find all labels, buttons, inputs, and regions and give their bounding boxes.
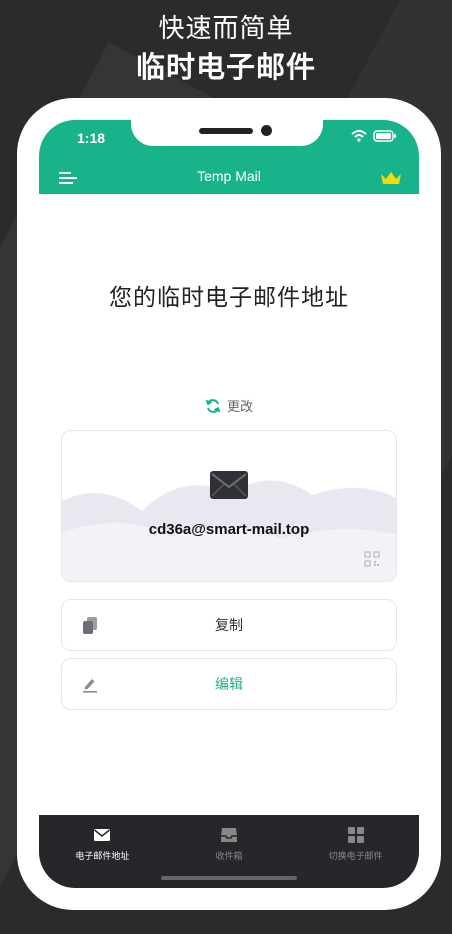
change-label: 更改 (226, 400, 253, 415)
inbox-icon (221, 828, 237, 842)
phone-notch (131, 120, 323, 146)
speaker-grille (199, 128, 253, 134)
page-heading: 您的临时电子邮件地址 (109, 285, 349, 311)
tab-label: 收件箱 (215, 852, 243, 862)
envelope-icon (210, 471, 248, 499)
copy-label: 复制 (215, 618, 243, 634)
camera-dot (261, 125, 272, 136)
change-button[interactable]: 更改 (39, 396, 419, 415)
tab-email-address[interactable]: 电子邮件地址 (39, 815, 166, 888)
mail-icon (94, 829, 111, 841)
email-address[interactable]: cd36a@smart-mail.top (62, 521, 396, 538)
phone-screen: 1:18 Temp Mail 您的临时电子邮件地址 更改 cd36a@smart… (39, 120, 419, 888)
promo-subtitle: 快速而简单 (158, 14, 294, 44)
tab-switch-email[interactable]: 切换电子邮件 (292, 815, 419, 888)
battery-icon (373, 130, 396, 142)
qr-code-icon[interactable] (364, 551, 380, 567)
copy-button[interactable]: 复制 (61, 599, 397, 651)
grid-icon (347, 827, 364, 843)
tab-label: 切换电子邮件 (328, 852, 383, 862)
edit-label: 编辑 (215, 677, 243, 693)
refresh-icon (205, 398, 221, 413)
edit-icon (83, 679, 97, 693)
app-title: Temp Mail (197, 168, 261, 184)
edit-button[interactable]: 编辑 (61, 658, 397, 710)
bottom-tab-bar: 电子邮件地址 收件箱 切换电子邮件 (39, 815, 419, 888)
crown-icon[interactable] (380, 170, 402, 186)
wifi-icon (351, 130, 367, 142)
app-header: 1:18 Temp Mail (39, 120, 419, 194)
copy-icon (83, 617, 97, 634)
email-card: cd36a@smart-mail.top (61, 430, 397, 582)
promo-title: 临时电子邮件 (135, 50, 316, 84)
status-icons (351, 130, 397, 142)
status-time: 1:18 (77, 130, 106, 146)
tab-label: 电子邮件地址 (75, 852, 130, 862)
phone-frame: 1:18 Temp Mail 您的临时电子邮件地址 更改 cd36a@smart… (17, 98, 441, 910)
home-indicator[interactable] (161, 876, 297, 880)
